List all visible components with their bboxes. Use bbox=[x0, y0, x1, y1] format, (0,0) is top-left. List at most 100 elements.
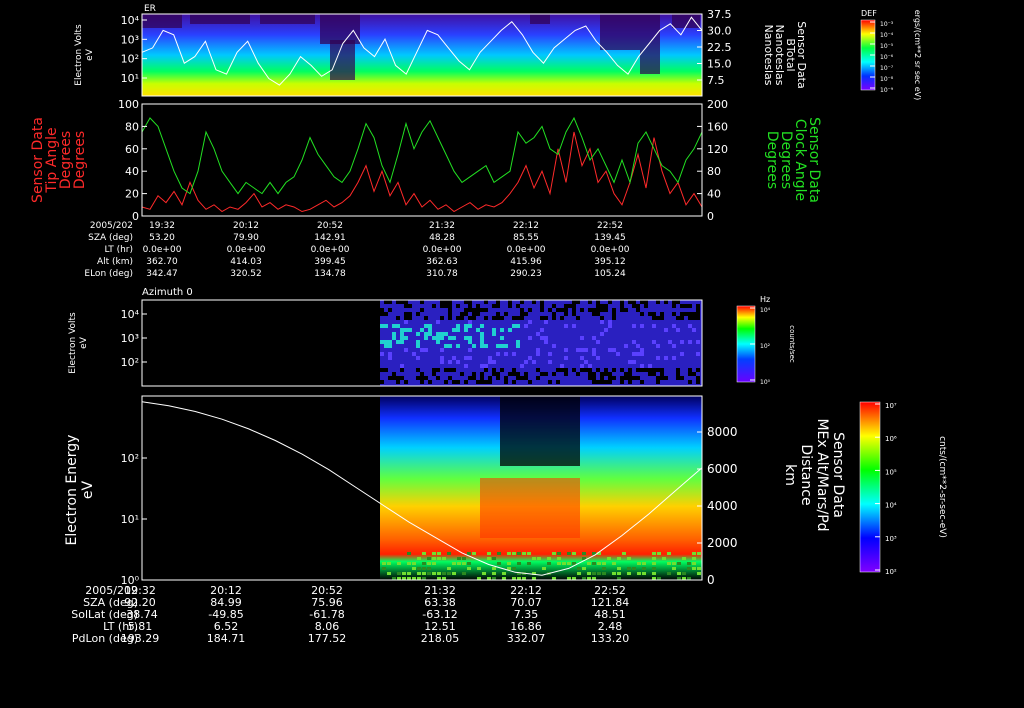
upper_table-cell: 105.24 bbox=[594, 269, 626, 279]
pd-dot bbox=[452, 572, 456, 575]
pd-dot bbox=[447, 567, 451, 570]
az-cell bbox=[556, 368, 560, 372]
az-cell bbox=[528, 380, 532, 384]
az-cell bbox=[692, 316, 696, 320]
az-cell bbox=[480, 372, 484, 376]
az-cell bbox=[384, 340, 388, 344]
az-cell bbox=[380, 308, 384, 312]
az-cell bbox=[572, 304, 576, 308]
az-cell bbox=[448, 360, 452, 364]
az-cell bbox=[640, 364, 644, 368]
az-cell bbox=[596, 304, 600, 308]
az-cell bbox=[640, 380, 644, 384]
az-cell bbox=[420, 328, 424, 332]
az-cell bbox=[628, 368, 632, 372]
pd-rlabel-1: Sensor Data bbox=[830, 432, 846, 518]
upper_table-cell: 415.96 bbox=[510, 257, 542, 267]
az-cell bbox=[564, 324, 568, 328]
az-cell bbox=[408, 328, 412, 332]
az-cell bbox=[516, 372, 520, 376]
az-cell bbox=[596, 380, 600, 384]
az-cell bbox=[612, 312, 616, 316]
clock-tick-label: 40 bbox=[707, 188, 721, 201]
az-cell bbox=[632, 360, 636, 364]
pd-dot bbox=[427, 567, 431, 570]
az-cell bbox=[416, 376, 420, 380]
az-cell bbox=[456, 316, 460, 320]
az-cell bbox=[588, 364, 592, 368]
az-cell bbox=[388, 344, 392, 348]
pd-dot bbox=[642, 562, 646, 565]
pd-dot bbox=[397, 572, 401, 575]
az-cell bbox=[688, 316, 692, 320]
az-cell bbox=[664, 328, 668, 332]
az-cell bbox=[660, 376, 664, 380]
pd-dot bbox=[577, 567, 581, 570]
az-cell bbox=[524, 376, 528, 380]
pd-dot bbox=[432, 562, 436, 565]
az-cell bbox=[416, 312, 420, 316]
pd-dot bbox=[417, 572, 421, 575]
az-cell bbox=[536, 352, 540, 356]
tip-tick-label: 100 bbox=[118, 98, 139, 111]
az-cell bbox=[404, 380, 408, 384]
az-cell bbox=[436, 320, 440, 324]
az-cell bbox=[400, 336, 404, 340]
pd-dot bbox=[587, 572, 591, 575]
az-cell bbox=[484, 380, 488, 384]
pd-dot bbox=[602, 572, 606, 575]
upper_table-cell: 414.03 bbox=[230, 257, 262, 267]
er-cbtick-label: 10⁻⁹ bbox=[880, 87, 894, 94]
tip-tick-label: 0 bbox=[132, 210, 139, 223]
az-cell bbox=[424, 348, 428, 352]
az-cell bbox=[444, 332, 448, 336]
az-cell bbox=[624, 376, 628, 380]
pd-dot bbox=[587, 562, 591, 565]
az-cell bbox=[692, 328, 696, 332]
az-colorbar-units: counts/sec bbox=[788, 325, 796, 363]
upper_table-cell: 290.23 bbox=[510, 269, 542, 279]
az-cell bbox=[556, 308, 560, 312]
az-cell bbox=[496, 300, 500, 304]
upper_table-cell: 0.0e+00 bbox=[311, 245, 350, 255]
az-cell bbox=[684, 312, 688, 316]
pd-dot bbox=[487, 557, 491, 560]
az-cell bbox=[420, 376, 424, 380]
az-cell bbox=[620, 308, 624, 312]
az-cell bbox=[524, 372, 528, 376]
az-cell bbox=[452, 356, 456, 360]
az-cell bbox=[592, 372, 596, 376]
az-cell bbox=[592, 348, 596, 352]
az-cell bbox=[448, 308, 452, 312]
az-ytick-label: 10³ bbox=[121, 332, 139, 345]
az-cell bbox=[612, 376, 616, 380]
az-cell bbox=[600, 308, 604, 312]
az-cell bbox=[632, 300, 636, 304]
pd-dot bbox=[457, 562, 461, 565]
pd-dot bbox=[627, 567, 631, 570]
panel-azimuth: Azimuth 0 10⁴ 10³ 10² Electron Volts eV Hz… bbox=[68, 287, 796, 387]
az-cell bbox=[396, 324, 400, 328]
upper_table-cell: 48.28 bbox=[429, 233, 455, 243]
az-cell bbox=[612, 316, 616, 320]
az-cell bbox=[680, 312, 684, 316]
az-cell bbox=[652, 340, 656, 344]
az-cell bbox=[400, 340, 404, 344]
pd-dot bbox=[582, 552, 586, 555]
pd-dot bbox=[557, 557, 561, 560]
az-cell bbox=[464, 324, 468, 328]
az-cell bbox=[696, 304, 700, 308]
az-cell bbox=[488, 380, 492, 384]
az-cell bbox=[612, 368, 616, 372]
az-cell bbox=[468, 336, 472, 340]
pd-dot bbox=[467, 552, 471, 555]
az-cell bbox=[648, 364, 652, 368]
az-cell bbox=[468, 348, 472, 352]
pd-dot bbox=[467, 567, 471, 570]
az-cell bbox=[472, 376, 476, 380]
upper_table-cell: 362.63 bbox=[426, 257, 458, 267]
az-cell bbox=[524, 312, 528, 316]
az-cell bbox=[516, 304, 520, 308]
upper_table-cell: 362.70 bbox=[146, 257, 178, 267]
er-streak bbox=[142, 14, 182, 28]
